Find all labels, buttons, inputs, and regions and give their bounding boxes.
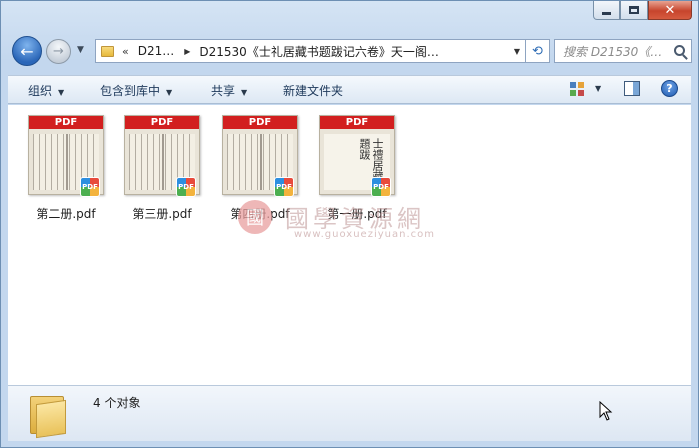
close-button[interactable]: ✕ — [648, 1, 692, 20]
new-folder-label: 新建文件夹 — [283, 84, 344, 98]
pdf-banner: PDF — [223, 116, 297, 129]
file-item[interactable]: PDF PDF 第三册.pdf — [116, 113, 208, 223]
navigation-bar: ← → ▼ « D21… ▶ D21530《士礼居藏书题跋记六卷》天一阁… ▼ … — [9, 36, 692, 66]
view-options-dropdown[interactable]: ▼ — [595, 84, 601, 93]
folder-icon — [28, 390, 72, 439]
chevron-down-icon: ▼ — [166, 88, 173, 97]
pdf-icon: PDF — [176, 177, 196, 197]
file-name[interactable]: 第二册.pdf — [20, 205, 112, 222]
search-input[interactable]: 搜索 D21530《… — [563, 43, 671, 60]
page-fold — [162, 134, 164, 190]
address-overflow-chevron[interactable]: « — [122, 45, 129, 58]
close-icon: ✕ — [664, 2, 676, 18]
share-label: 共享 — [211, 84, 236, 98]
pdf-banner: PDF — [320, 116, 394, 129]
help-icon[interactable]: ? — [661, 80, 678, 97]
refresh-icon: ⟲ — [532, 43, 543, 59]
forward-button[interactable]: → — [46, 39, 71, 64]
details-pane: 4 个对象 — [8, 385, 691, 441]
address-separator[interactable]: ▶ — [184, 47, 190, 56]
include-in-library-button[interactable]: 包含到库中 ▼ — [100, 82, 172, 99]
address-dropdown-arrow[interactable]: ▼ — [514, 47, 520, 56]
pdf-icon: PDF — [274, 177, 294, 197]
address-bar[interactable]: « D21… ▶ D21530《士礼居藏书题跋记六卷》天一阁… ▼ — [95, 39, 526, 63]
caption-buttons: ✕ — [593, 1, 692, 20]
preview-pane-icon[interactable] — [624, 81, 640, 96]
minimize-button[interactable] — [593, 1, 620, 20]
search-icon[interactable] — [674, 45, 685, 56]
file-name[interactable]: 第三册.pdf — [116, 205, 208, 222]
address-segment-parent[interactable]: D21… — [138, 44, 175, 58]
cursor-icon — [599, 401, 613, 421]
minimize-icon — [602, 11, 611, 15]
back-icon: ← — [20, 41, 34, 61]
explorer-window: ✕ ← → ▼ « D21… ▶ D21530《士礼居藏书题跋记六卷》天一阁… … — [0, 0, 699, 448]
maximize-button[interactable] — [620, 1, 648, 20]
back-button[interactable]: ← — [12, 36, 42, 66]
address-segment-current[interactable]: D21530《士礼居藏书题跋记六卷》天一阁… — [199, 43, 438, 60]
file-item[interactable]: PDF PDF 第二册.pdf — [20, 113, 112, 223]
recent-pages-dropdown[interactable]: ▼ — [77, 45, 87, 57]
organize-label: 组织 — [28, 84, 53, 98]
folder-icon — [101, 45, 114, 57]
chevron-down-icon: ▼ — [241, 88, 248, 97]
pdf-banner: PDF — [125, 116, 199, 129]
pdf-icon: PDF — [371, 177, 391, 197]
chevron-down-icon: ▼ — [58, 88, 65, 97]
view-icon[interactable] — [570, 82, 584, 96]
item-count: 4 个对象 — [93, 396, 141, 410]
page-fold — [66, 134, 68, 190]
pdf-banner: PDF — [29, 116, 103, 129]
organize-button[interactable]: 组织 ▼ — [28, 82, 64, 99]
pdf-icon: PDF — [80, 177, 100, 197]
search-box[interactable]: 搜索 D21530《… — [554, 39, 692, 63]
command-bar: 组织 ▼ 包含到库中 ▼ 共享 ▼ 新建文件夹 ▼ ? — [8, 75, 691, 104]
file-list: PDF PDF 第二册.pdf PDF PDF 第三册.pdf PDF PDF — [8, 105, 691, 385]
refresh-button[interactable]: ⟲ — [526, 39, 550, 63]
include-in-library-label: 包含到库中 — [100, 84, 161, 98]
maximize-icon — [629, 6, 639, 14]
new-folder-button[interactable]: 新建文件夹 — [283, 82, 343, 99]
share-button[interactable]: 共享 ▼ — [211, 82, 247, 99]
forward-icon: → — [53, 44, 64, 59]
watermark-seal: 國 — [238, 200, 272, 234]
page-fold — [260, 134, 262, 190]
watermark-url: www.guoxueziyuan.com — [294, 229, 435, 240]
